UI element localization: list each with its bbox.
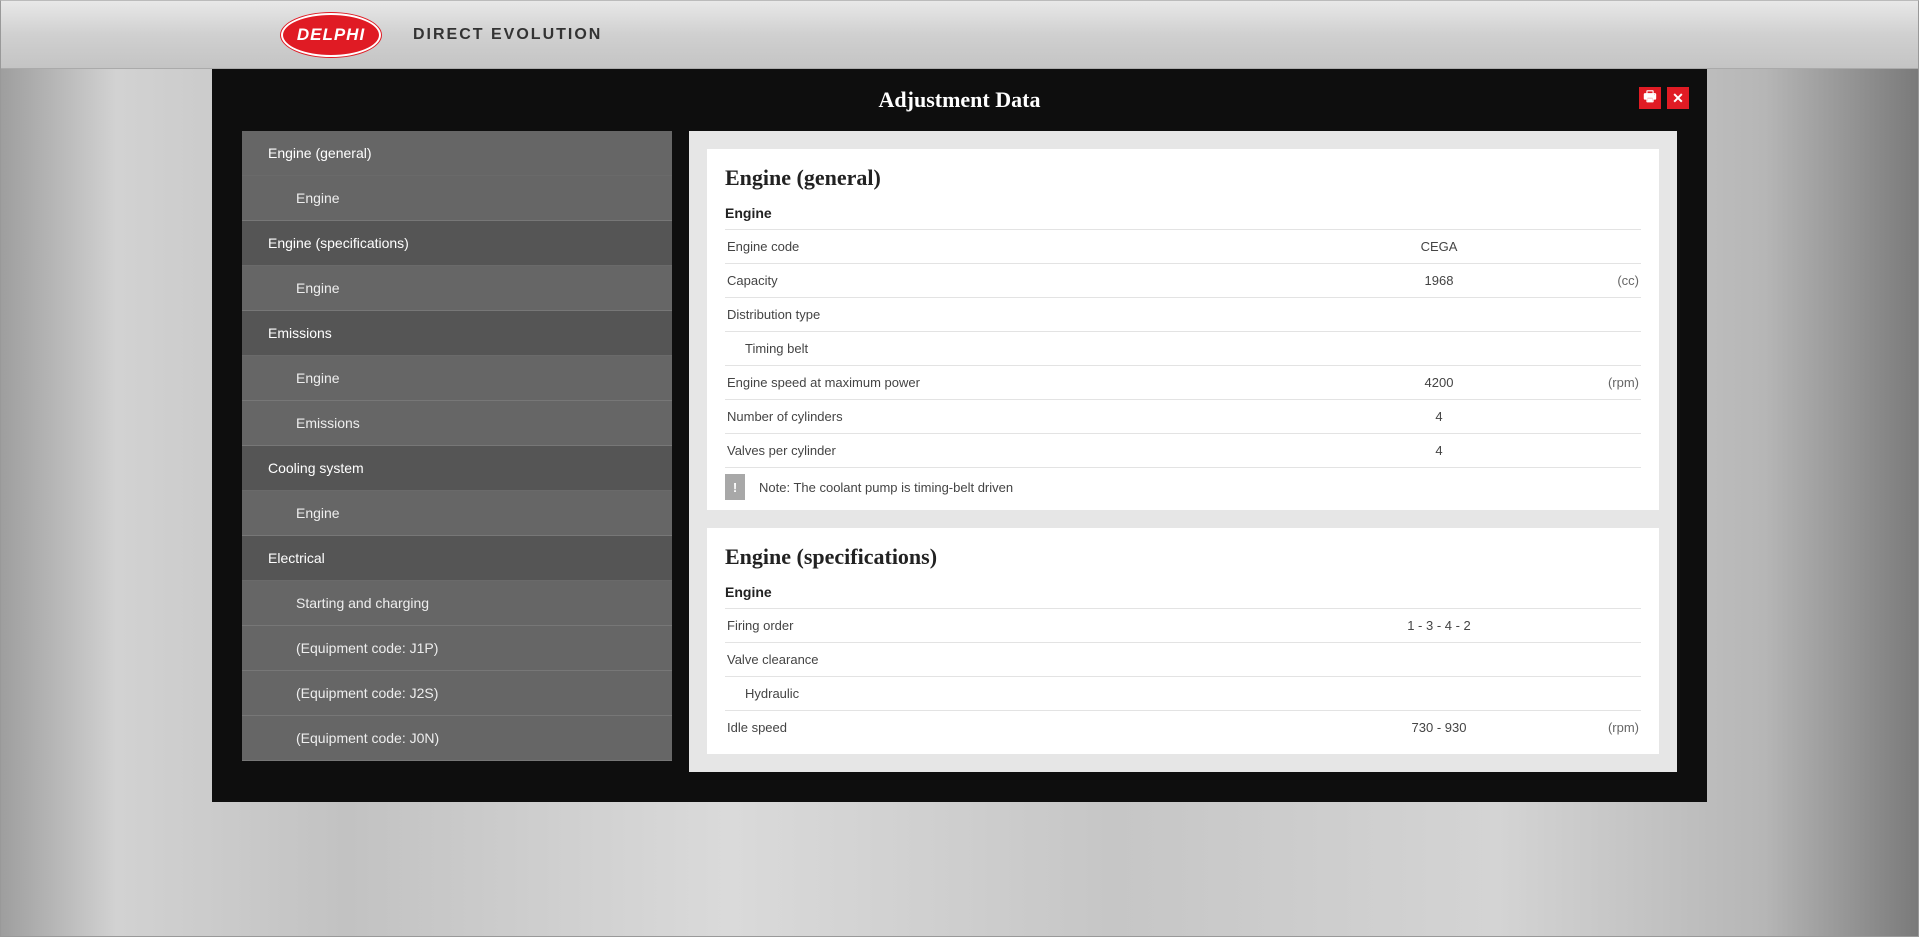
delphi-logo: DELPHI [281, 13, 381, 57]
top-header: DELPHI DIRECT EVOLUTION [1, 1, 1918, 69]
spec-label: Valves per cylinder [727, 443, 1329, 458]
sidebar-subitem[interactable]: Engine [242, 356, 672, 401]
spec-value: 1 - 3 - 4 - 2 [1329, 618, 1549, 633]
spec-row: Distribution type [725, 297, 1641, 331]
section-title: Engine (specifications) [725, 544, 1641, 570]
logo-text: DELPHI [297, 25, 365, 45]
page-title: Adjustment Data [212, 87, 1707, 113]
spec-label: Number of cylinders [727, 409, 1329, 424]
sidebar-nav: Engine (general)EngineEngine (specificat… [242, 131, 672, 772]
group-title: Engine [725, 584, 1641, 600]
spec-label: Firing order [727, 618, 1329, 633]
content-row: Engine (general)EngineEngine (specificat… [212, 131, 1707, 772]
spec-label: Distribution type [727, 307, 1639, 322]
spec-value: 4 [1329, 443, 1549, 458]
group-title: Engine [725, 205, 1641, 221]
spec-row: Engine speed at maximum power4200(rpm) [725, 365, 1641, 399]
close-button[interactable]: ✕ [1667, 87, 1689, 109]
close-icon: ✕ [1672, 90, 1684, 107]
sidebar-category[interactable]: Engine (general) [242, 131, 672, 176]
sidebar-subitem[interactable]: Engine [242, 176, 672, 221]
sidebar-subitem[interactable]: Engine [242, 266, 672, 311]
spec-value: 4200 [1329, 375, 1549, 390]
spec-label: Capacity [727, 273, 1329, 288]
sidebar-category[interactable]: Electrical [242, 536, 672, 581]
sidebar-subitem[interactable]: Starting and charging [242, 581, 672, 626]
spec-unit: (rpm) [1549, 375, 1639, 390]
spec-row: Capacity1968(cc) [725, 263, 1641, 297]
content-frame: Adjustment Data 🖶 ✕ Engine (general)Engi… [212, 69, 1707, 802]
sidebar-subitem[interactable]: (Equipment code: J1P) [242, 626, 672, 671]
spec-row: Valves per cylinder4 [725, 433, 1641, 467]
note-badge-icon: ! [725, 474, 745, 500]
spec-row: Engine codeCEGA [725, 229, 1641, 263]
spec-panel: Engine (specifications) Engine Firing orde… [707, 528, 1659, 754]
sidebar-category[interactable]: Emissions [242, 311, 672, 356]
spec-sub-value: Hydraulic [725, 676, 1641, 710]
sidebar-subitem[interactable]: Emissions [242, 401, 672, 446]
sidebar-subitem[interactable]: (Equipment code: J0N) [242, 716, 672, 761]
note-text: Note: The coolant pump is timing-belt dr… [759, 480, 1013, 495]
app-viewport[interactable]: DELPHI DIRECT EVOLUTION Adjustment Data … [0, 0, 1919, 937]
spec-row: Firing order1 - 3 - 4 - 2 [725, 608, 1641, 642]
sidebar-category[interactable]: Cooling system [242, 446, 672, 491]
spec-row: Valve clearance [725, 642, 1641, 676]
main-panel: Engine (general)EngineEngine codeCEGACap… [689, 131, 1677, 772]
spec-label: Idle speed [727, 720, 1329, 735]
spec-unit: (rpm) [1549, 720, 1639, 735]
print-icon: 🖶 [1643, 86, 1656, 110]
spec-row: Idle speed730 - 930(rpm) [725, 710, 1641, 744]
sidebar-subitem[interactable]: Engine [242, 491, 672, 536]
spec-value: CEGA [1329, 239, 1549, 254]
brand-subtitle: DIRECT EVOLUTION [413, 26, 602, 44]
note-row: ! Note: The coolant pump is timing-belt d… [725, 467, 1641, 500]
title-actions: 🖶 ✕ [1639, 87, 1689, 109]
title-bar: Adjustment Data 🖶 ✕ [212, 69, 1707, 131]
spec-row: Number of cylinders4 [725, 399, 1641, 433]
spec-sub-value: Timing belt [725, 331, 1641, 365]
section-title: Engine (general) [725, 165, 1641, 191]
sidebar-category[interactable]: Engine (specifications) [242, 221, 672, 266]
spec-value: 4 [1329, 409, 1549, 424]
spec-unit: (cc) [1549, 273, 1639, 288]
spec-label: Valve clearance [727, 652, 1639, 667]
spec-value: 730 - 930 [1329, 720, 1549, 735]
spec-value: 1968 [1329, 273, 1549, 288]
print-button[interactable]: 🖶 [1639, 87, 1661, 109]
sidebar-subitem[interactable]: (Equipment code: J2S) [242, 671, 672, 716]
spec-label: Engine speed at maximum power [727, 375, 1329, 390]
spec-label: Engine code [727, 239, 1329, 254]
spec-panel: Engine (general)EngineEngine codeCEGACap… [707, 149, 1659, 510]
